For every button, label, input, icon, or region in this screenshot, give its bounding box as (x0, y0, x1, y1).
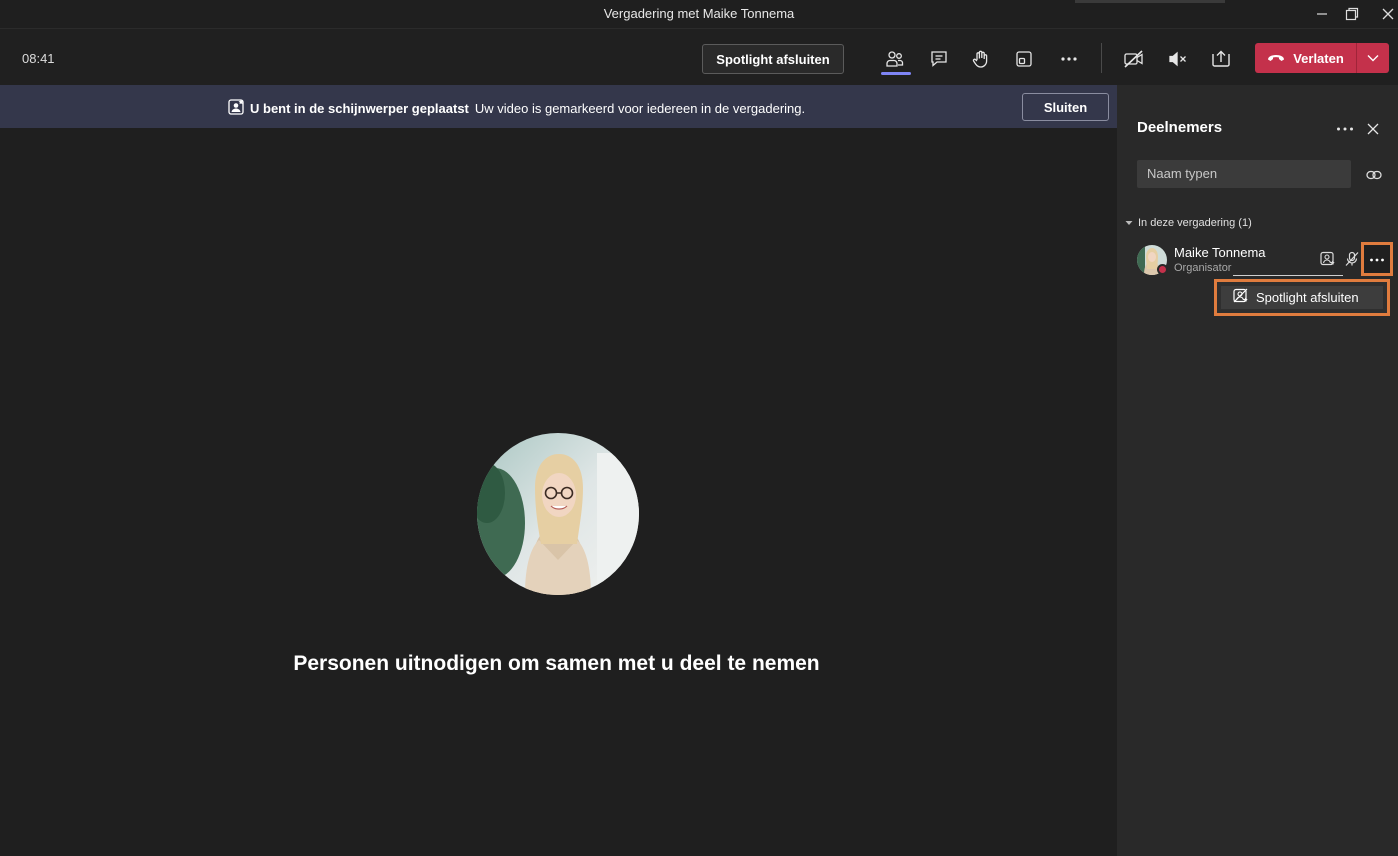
leave-options-dropdown[interactable] (1357, 43, 1389, 73)
row-underline (1233, 275, 1343, 276)
rooms-icon[interactable] (1010, 45, 1038, 73)
tooltip-remnant (1075, 0, 1225, 3)
banner-text: Uw video is gemarkeerd voor iedereen in … (474, 101, 806, 116)
leave-button[interactable]: Verlaten (1255, 43, 1356, 73)
restore-icon[interactable] (1341, 3, 1363, 25)
invite-prompt: Personen uitnodigen om samen met u deel … (0, 652, 1117, 676)
invite-prompt-text: Personen uitnodigen om samen met u deel … (293, 652, 820, 675)
more-options-icon[interactable] (1055, 45, 1083, 73)
caret-down-icon (1125, 217, 1133, 229)
share-tray-icon[interactable] (1207, 45, 1235, 73)
spotlight-indicator-icon (1319, 250, 1337, 268)
panel-title: Deelnemers (1137, 119, 1223, 136)
share-invite-link-icon[interactable] (1364, 165, 1384, 185)
participant-search-input[interactable] (1137, 160, 1351, 188)
spotlight-icon (228, 99, 244, 118)
toolbar-divider (1101, 43, 1102, 73)
menu-item-label: Spotlight afsluiten (1256, 290, 1359, 305)
window-title: Vergadering met Maike Tonnema (603, 6, 795, 21)
more-options-icon (1369, 250, 1385, 268)
banner-close-button[interactable]: Sluiten (1022, 93, 1109, 121)
leave-label: Verlaten (1293, 50, 1344, 66)
meeting-stage: Personen uitnodigen om samen met u deel … (0, 128, 1117, 856)
participant-name: Maike Tonnema (1174, 245, 1266, 260)
phone-hangup-icon (1267, 51, 1285, 66)
section-header-in-meeting[interactable]: In deze vergadering (1) (1125, 217, 1252, 229)
chat-icon[interactable] (925, 45, 953, 73)
meeting-timer: 08:41 (22, 51, 55, 66)
raise-hand-icon[interactable] (967, 45, 995, 73)
people-icon[interactable] (881, 45, 909, 73)
minimize-icon[interactable] (1311, 3, 1333, 25)
speaker-mute-icon[interactable] (1164, 45, 1192, 73)
chevron-down-icon (1367, 49, 1379, 67)
participant-more-options-button[interactable] (1361, 242, 1393, 276)
stop-spotlight-button[interactable]: Spotlight afsluiten (702, 44, 844, 74)
presence-busy-badge (1157, 264, 1168, 275)
panel-more-icon[interactable] (1335, 119, 1355, 139)
participant-role: Organisator (1174, 262, 1232, 274)
meeting-toolbar: 08:41 Spotlight afsluiten Verlaten (0, 29, 1398, 85)
participant-avatar-large (477, 433, 639, 595)
participants-panel: Deelnemers In deze vergadering (1) Maike (1117, 85, 1398, 856)
participant-row[interactable]: Maike Tonnema Organisator (1135, 242, 1393, 278)
leave-button-group: Verlaten (1255, 43, 1389, 73)
title-bar: Vergadering met Maike Tonnema (0, 0, 1398, 29)
active-tab-indicator (881, 72, 911, 75)
mic-muted-icon (1343, 250, 1361, 268)
camera-off-icon[interactable] (1120, 45, 1148, 73)
stop-spotlight-icon (1233, 288, 1249, 307)
participant-context-menu: Spotlight afsluiten (1214, 279, 1390, 316)
menu-item-stop-spotlight[interactable]: Spotlight afsluiten (1221, 286, 1383, 309)
panel-close-icon[interactable] (1363, 119, 1383, 139)
close-window-icon[interactable] (1377, 3, 1398, 25)
banner-title: U bent in de schijnwerper geplaatst (250, 101, 469, 116)
section-label: In deze vergadering (1) (1138, 217, 1252, 229)
banner-message: U bent in de schijnwerper geplaatst Uw v… (228, 99, 805, 118)
spotlight-banner: U bent in de schijnwerper geplaatst Uw v… (0, 85, 1117, 128)
